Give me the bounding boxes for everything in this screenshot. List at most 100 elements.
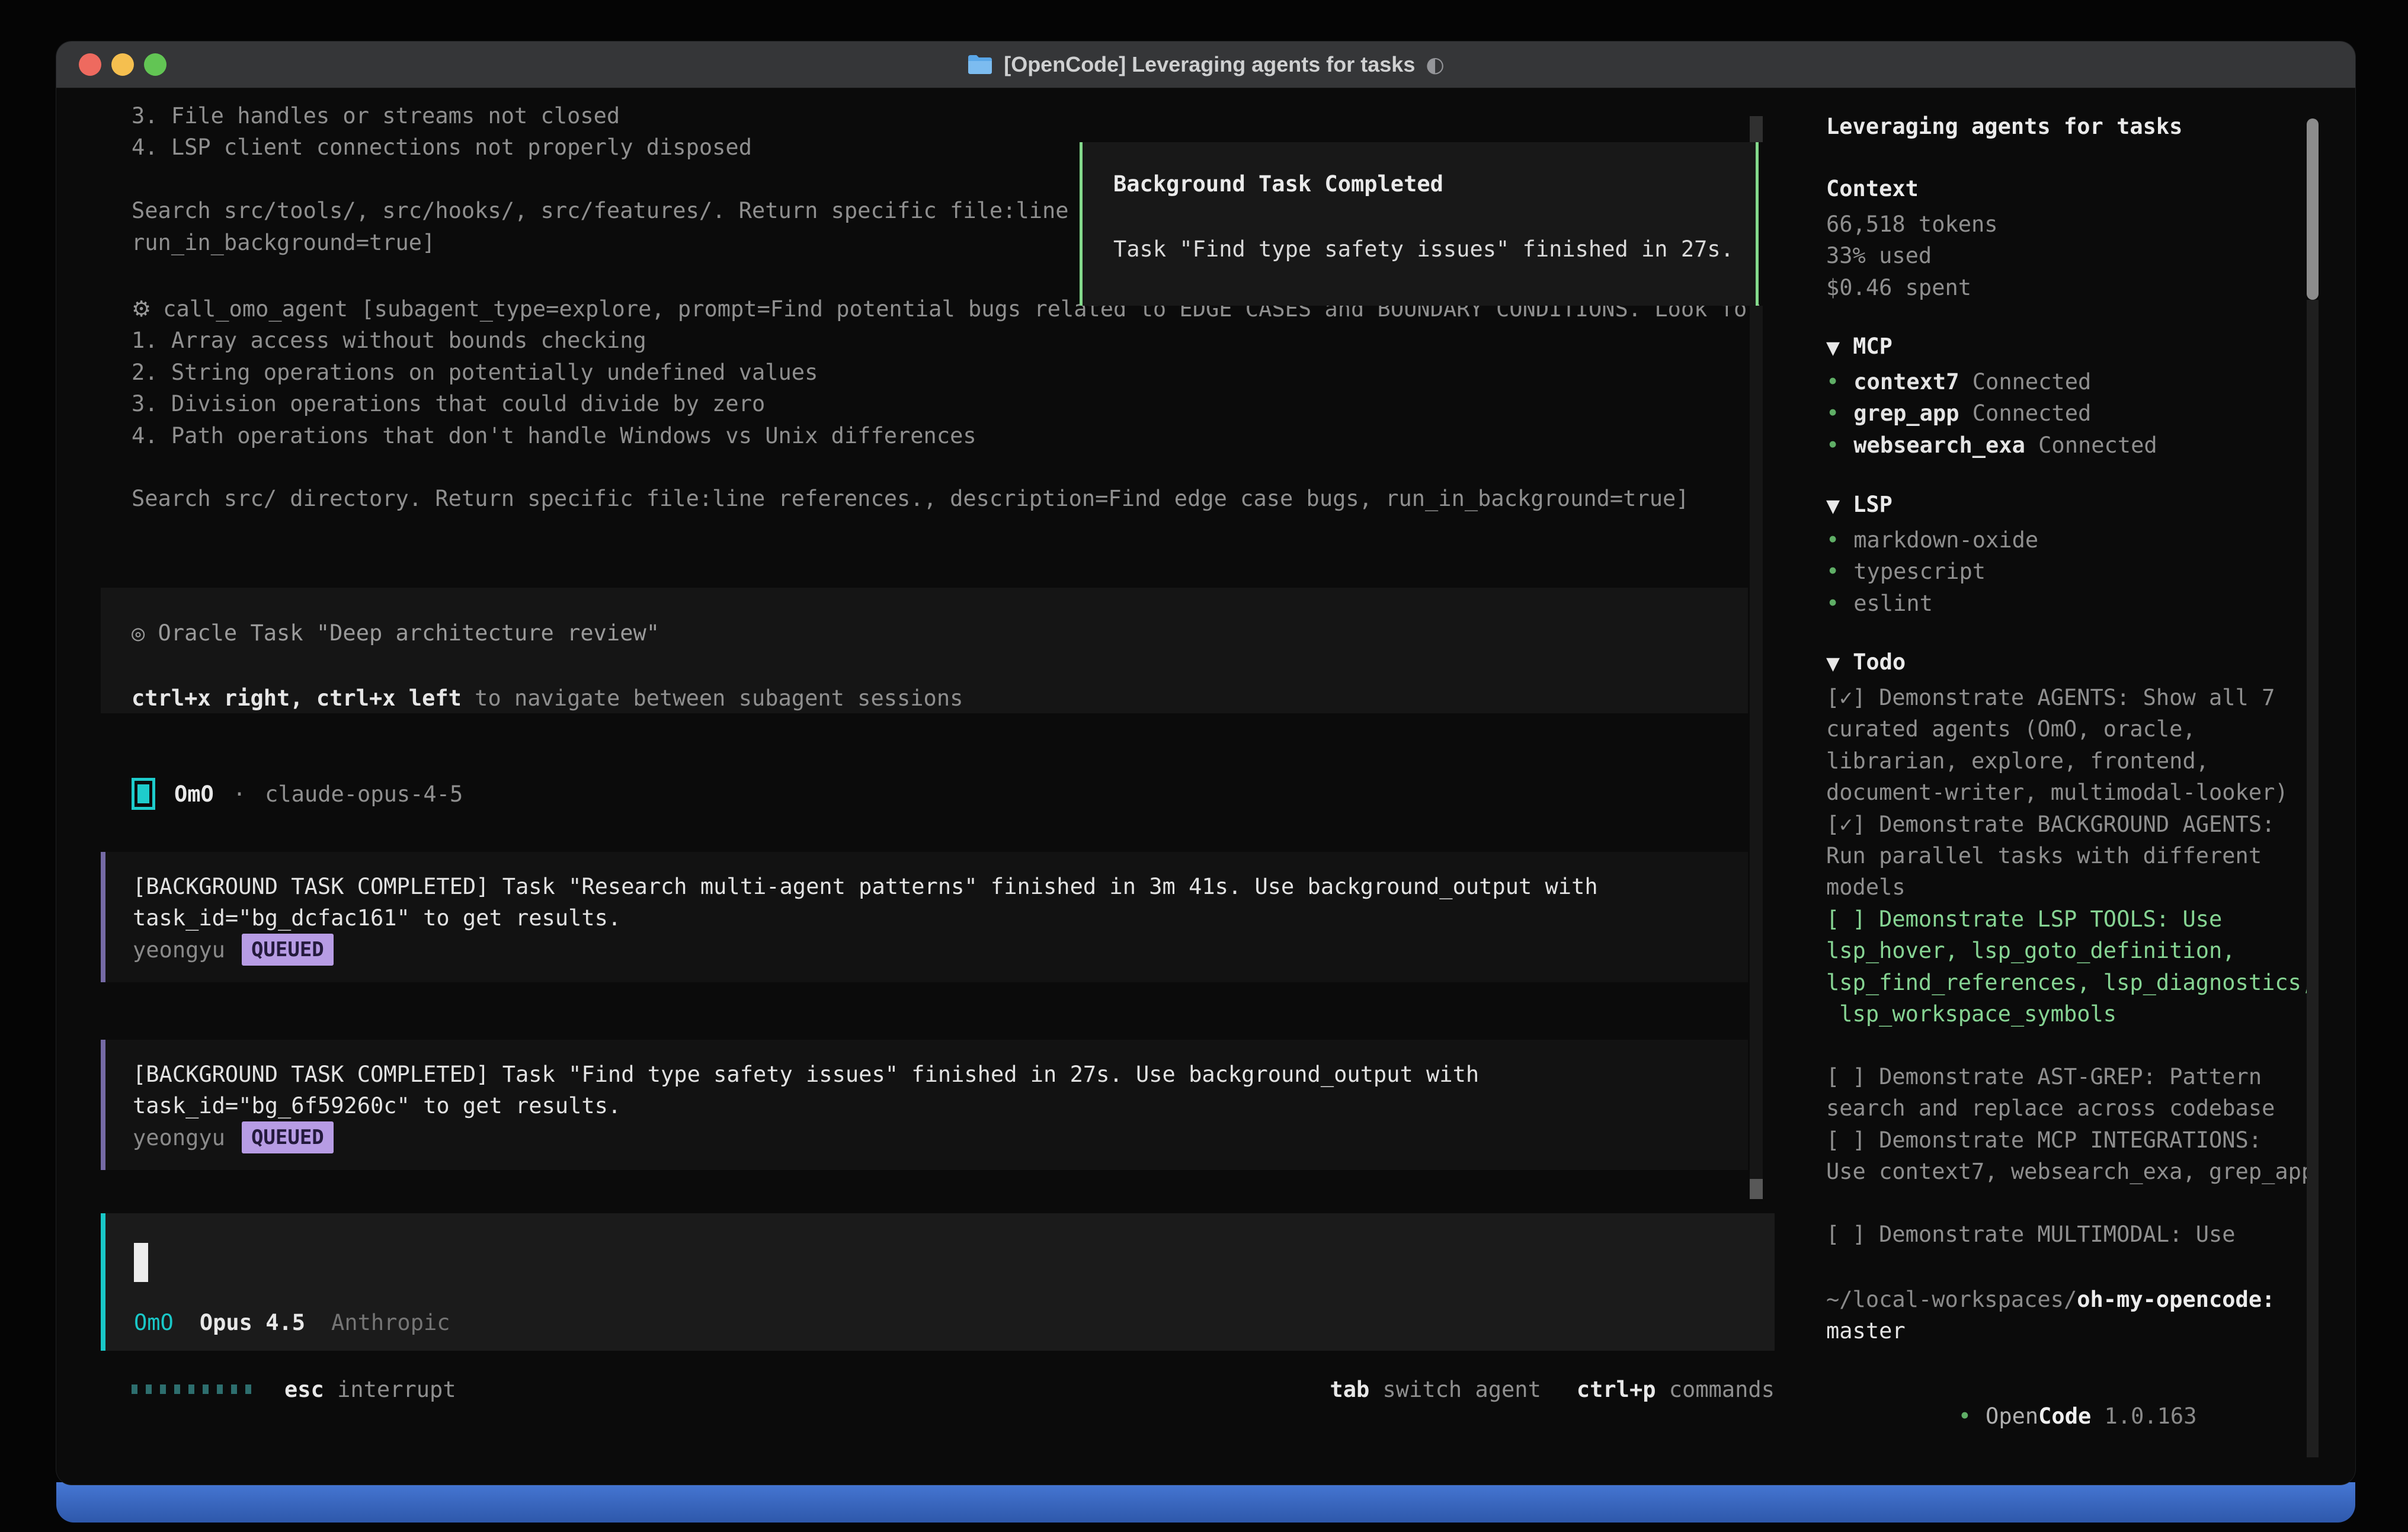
- green-dot-icon: •: [1826, 400, 1839, 426]
- todo-item-line: [✓] Demonstrate AGENTS: Show all 7: [1826, 682, 2314, 713]
- mcp-list: •context7 Connected •grep_app Connected …: [1826, 366, 2157, 461]
- chevron-down-icon: ▼: [1826, 338, 1840, 358]
- context-tokens: 66,518 tokens: [1826, 209, 1998, 240]
- status-bar: esc interrupt tab switch agent ctrl+p co…: [101, 1373, 1775, 1405]
- todo-item-line: models: [1826, 871, 2314, 903]
- agent-model: claude-opus-4-5: [265, 781, 463, 807]
- scrollback-line: 3. File handles or streams not closed: [132, 100, 1069, 132]
- message-author: yeongyu: [133, 1122, 225, 1153]
- todo-item-line: Use context7, websearch_exa, grep_app: [1826, 1156, 2314, 1187]
- context-spent: $0.46 spent: [1826, 272, 1998, 303]
- green-dot-icon: •: [1958, 1403, 1971, 1429]
- workspace-path: ~/local-workspaces/oh-my-opencode: maste…: [1826, 1284, 2324, 1347]
- todo-item-line: search and replace across codebase: [1826, 1092, 2314, 1124]
- tool-call-blank: [132, 451, 1755, 483]
- tool-call-item: 3. Division operations that could divide…: [132, 388, 1755, 419]
- esc-key-hint: esc: [284, 1377, 324, 1402]
- terminal-window: [OpenCode] Leveraging agents for tasks ◐…: [56, 41, 2355, 1485]
- context-used: 33% used: [1826, 240, 1998, 271]
- toast-title: Background Task Completed: [1113, 168, 1725, 200]
- message-author: yeongyu: [133, 934, 225, 966]
- sidebar-scrollbar-thumb[interactable]: [2307, 118, 2319, 300]
- titlebar[interactable]: [OpenCode] Leveraging agents for tasks ◐: [56, 41, 2355, 88]
- window-title: [OpenCode] Leveraging agents for tasks: [1004, 52, 1415, 77]
- minimize-window-icon[interactable]: [111, 53, 134, 76]
- scrollback-line: 4. LSP client connections not properly d…: [132, 132, 1069, 163]
- main-scrollbar-thumb[interactable]: [1750, 1179, 1763, 1199]
- oracle-icon: ◎: [132, 620, 145, 646]
- toast-body: Task "Find type safety issues" finished …: [1113, 233, 1725, 265]
- status-badge: QUEUED: [242, 1121, 334, 1153]
- scrollback-line: [132, 164, 1069, 195]
- folder-icon: [967, 54, 993, 75]
- todo-item-line: lsp_hover, lsp_goto_definition,: [1826, 935, 2314, 966]
- message-line: [BACKGROUND TASK COMPLETED] Task "Find t…: [133, 1059, 1721, 1090]
- todo-section-header[interactable]: ▼Todo: [1826, 649, 1906, 675]
- todo-item-line: lsp_workspace_symbols: [1826, 998, 2314, 1030]
- app-name: Open: [1986, 1403, 2038, 1429]
- todo-item-line: [ ] Demonstrate MCP INTEGRATIONS:: [1826, 1124, 2314, 1156]
- prompt-input[interactable]: OmO Opus 4.5 Anthropic: [101, 1213, 1775, 1351]
- main-scrollbar-track[interactable]: [1750, 306, 1763, 1179]
- todo-item-line: librarian, explore, frontend,: [1826, 745, 2314, 777]
- lsp-item: •markdown-oxide: [1826, 524, 2038, 556]
- oracle-task-panel[interactable]: ◎ Oracle Task "Deep architecture review"…: [101, 588, 1748, 713]
- context-heading: Context: [1826, 176, 1919, 201]
- todo-list-block: [ ] Demonstrate AST-GREP: Pattern search…: [1826, 1061, 2314, 1188]
- mcp-section-header[interactable]: ▼MCP: [1826, 334, 1893, 359]
- mcp-item: •context7 Connected: [1826, 366, 2157, 398]
- main-scrollbar-thumb[interactable]: [1750, 116, 1763, 142]
- todo-item-line: [ ] Demonstrate MULTIMODAL: Use: [1826, 1219, 2236, 1250]
- message-line: task_id="bg_dcfac161" to get results.: [133, 902, 1721, 934]
- workspace-branch: master: [1826, 1315, 2324, 1347]
- todo-list-block: [✓] Demonstrate AGENTS: Show all 7 curat…: [1826, 682, 2314, 1030]
- scrollback-line: Search src/tools/, src/hooks/, src/featu…: [132, 195, 1069, 226]
- oracle-title: Oracle Task "Deep architecture review": [145, 620, 659, 646]
- zoom-window-icon[interactable]: [144, 53, 166, 76]
- agent-name: OmO: [174, 781, 214, 807]
- ctrlp-key-hint: ctrl+p: [1577, 1377, 1656, 1402]
- background-task-toast[interactable]: Background Task Completed Task "Find typ…: [1080, 142, 1759, 306]
- workspace-prefix: ~/local-workspaces/: [1826, 1287, 2077, 1312]
- green-dot-icon: •: [1826, 432, 1839, 458]
- message-line: [BACKGROUND TASK COMPLETED] Task "Resear…: [133, 871, 1721, 902]
- todo-item-line: document-writer, multimodal-looker): [1826, 777, 2314, 808]
- tool-call-item: 4. Path operations that don't handle Win…: [132, 420, 1755, 451]
- text-cursor: [134, 1243, 148, 1282]
- window-controls: [79, 41, 166, 88]
- agent-omo-icon: [132, 778, 155, 810]
- todo-item-line: [✓] Demonstrate BACKGROUND AGENTS:: [1826, 809, 2314, 840]
- scrollback-line: run_in_background=true]: [132, 227, 1069, 258]
- ctrlp-key-label: commands: [1669, 1377, 1775, 1402]
- spinner-icon: [132, 1384, 251, 1394]
- esc-key-label: interrupt: [337, 1377, 456, 1402]
- tool-call-item: 1. Array access without bounds checking: [132, 325, 1755, 356]
- tool-call-footer: Search src/ directory. Return specific f…: [132, 483, 1755, 514]
- lsp-item: •eslint: [1826, 588, 2038, 619]
- agent-header: OmO · claude-opus-4-5: [132, 777, 463, 811]
- version-line: •OpenCode 1.0.163: [1826, 1378, 2196, 1454]
- notification-mute-icon: ◐: [1426, 53, 1444, 77]
- lsp-section-header[interactable]: ▼LSP: [1826, 492, 1893, 517]
- green-dot-icon: •: [1826, 591, 1839, 616]
- model-row: OmO Opus 4.5 Anthropic: [134, 1310, 450, 1335]
- todo-list-block: [ ] Demonstrate MULTIMODAL: Use: [1826, 1219, 2236, 1250]
- input-provider-name: Anthropic: [331, 1310, 450, 1335]
- tab-key-label: switch agent: [1383, 1377, 1541, 1402]
- oracle-hint-keys: ctrl+x right, ctrl+x left: [132, 685, 462, 711]
- sidebar-scrollbar-track[interactable]: [2307, 300, 2319, 1457]
- chevron-down-icon: ▼: [1826, 653, 1840, 674]
- gear-icon: ⚙: [132, 296, 151, 322]
- green-dot-icon: •: [1826, 527, 1839, 553]
- todo-item-line: [ ] Demonstrate LSP TOOLS: Use: [1826, 903, 2314, 935]
- todo-item-line: Run parallel tasks with different: [1826, 840, 2314, 871]
- sidebar: Leveraging agents for tasks Context 66,5…: [1804, 88, 2355, 1485]
- desktop-wallpaper-strip: [56, 1482, 2355, 1523]
- close-window-icon[interactable]: [79, 53, 101, 76]
- desktop: [OpenCode] Leveraging agents for tasks ◐…: [0, 0, 2408, 1532]
- message-card[interactable]: [BACKGROUND TASK COMPLETED] Task "Find t…: [101, 1040, 1748, 1170]
- green-dot-icon: •: [1826, 559, 1839, 584]
- message-card[interactable]: [BACKGROUND TASK COMPLETED] Task "Resear…: [101, 852, 1748, 982]
- mcp-item: •websearch_exa Connected: [1826, 430, 2157, 461]
- agent-separator: ·: [233, 781, 246, 807]
